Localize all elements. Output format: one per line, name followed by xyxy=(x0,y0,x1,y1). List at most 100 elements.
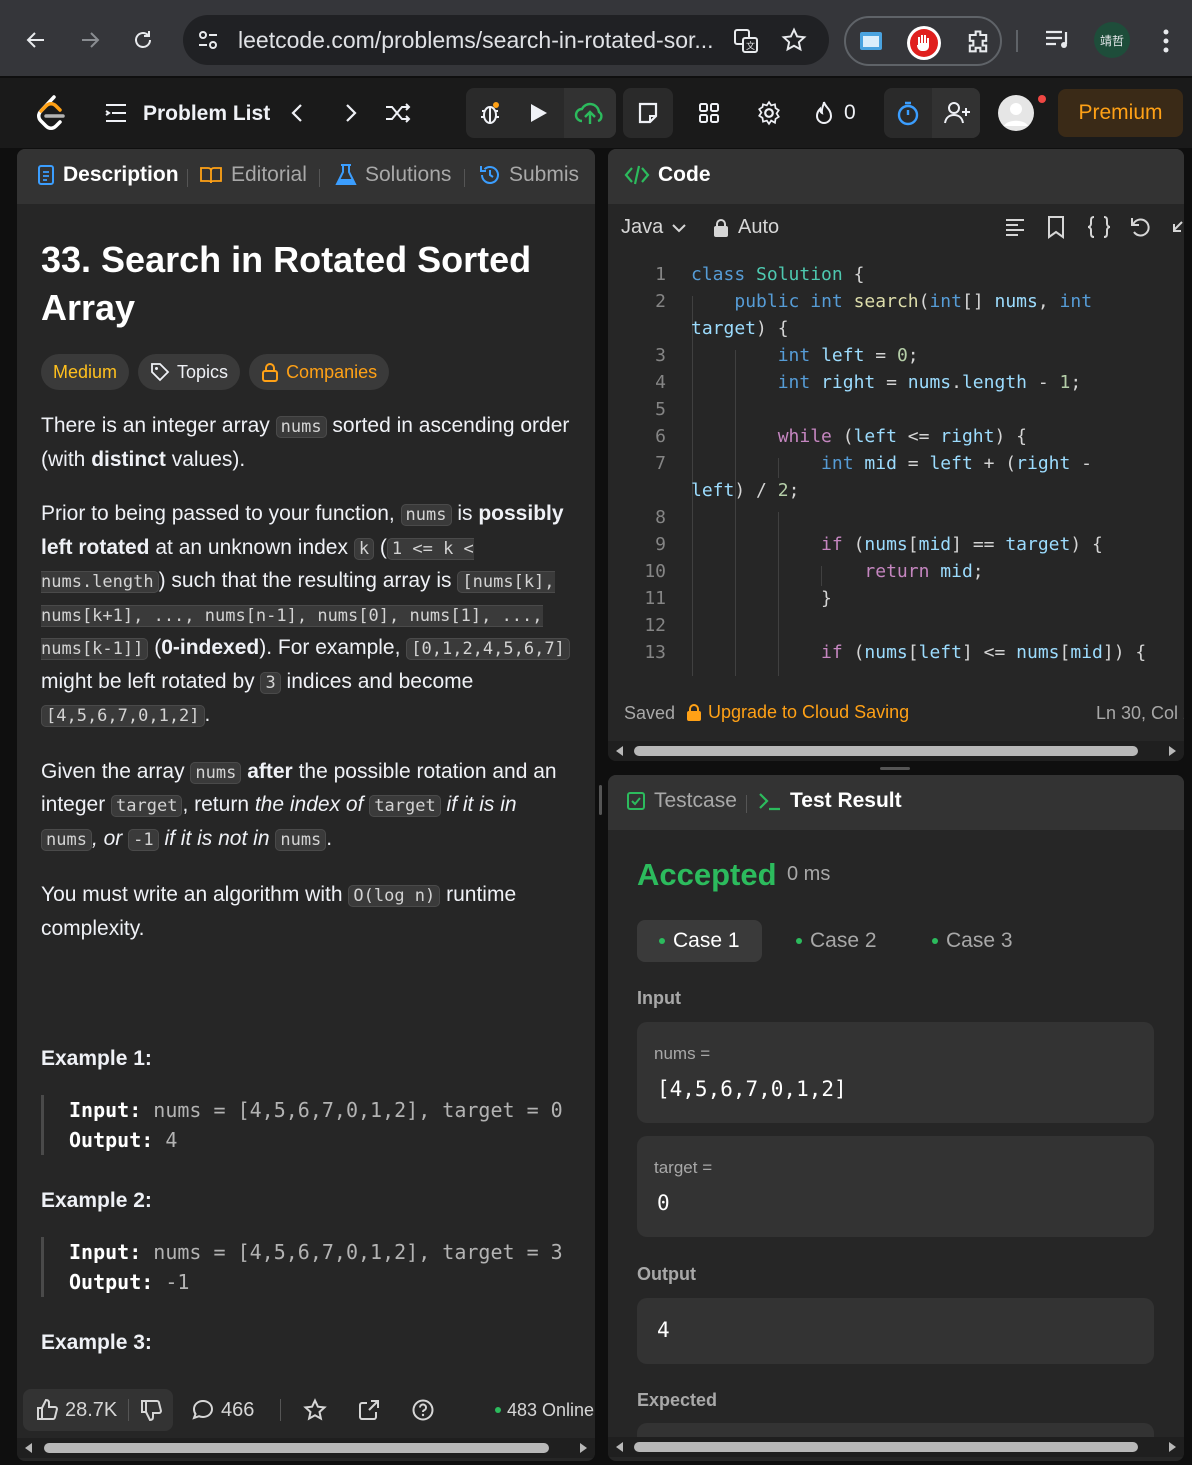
upgrade-label: Upgrade to Cloud Saving xyxy=(708,702,910,722)
tab-test-result-label: Test Result xyxy=(790,789,902,812)
share-button[interactable] xyxy=(357,1389,381,1431)
tab-solutions[interactable]: Solutions xyxy=(335,163,451,187)
profile-avatar[interactable]: 靖哲 xyxy=(1094,22,1130,58)
settings-button[interactable] xyxy=(749,93,789,133)
format-icon[interactable] xyxy=(1004,216,1026,238)
reload-button[interactable] xyxy=(123,20,163,60)
thumbs-up-icon xyxy=(37,1398,59,1420)
leetcode-navbar: Problem List 0 xyxy=(0,78,1192,148)
tab-editorial-label: Editorial xyxy=(231,163,307,186)
scrollbar-thumb[interactable] xyxy=(634,1442,1138,1452)
line-number: 8 xyxy=(655,507,666,528)
leetcode-logo-icon[interactable] xyxy=(34,94,66,132)
horizontal-resize-handle[interactable] xyxy=(599,785,602,815)
browser-toolbar: leetcode.com/problems/search-in-rotated-… xyxy=(0,0,1192,76)
saved-status: Saved xyxy=(624,703,676,723)
description-paragraph-3: Given the array nums after the possible … xyxy=(41,759,557,851)
topics-button[interactable]: Topics xyxy=(138,354,241,390)
expand-icon[interactable] xyxy=(1170,220,1184,236)
tab-code[interactable]: Code xyxy=(624,163,711,187)
vertical-resize-handle[interactable] xyxy=(880,767,910,770)
tab-submissions[interactable]: Submis xyxy=(479,163,579,187)
case-3-tab[interactable]: Case 3 xyxy=(910,920,1035,962)
horizontal-scrollbar[interactable] xyxy=(17,1438,595,1458)
run-submit-group xyxy=(466,88,616,138)
line-number: 12 xyxy=(644,615,666,636)
scrollbar-thumb[interactable] xyxy=(44,1443,549,1453)
run-button[interactable] xyxy=(518,93,558,133)
upgrade-cloud-link[interactable]: Upgrade to Cloud Saving xyxy=(686,702,909,723)
online-count: 483 Online xyxy=(495,1389,594,1431)
test-result-panel: Testcase Test Result Accepted 0 ms Case … xyxy=(608,775,1184,1461)
auto-mode-toggle[interactable]: Auto xyxy=(712,216,779,239)
description-paragraph-2: Prior to being passed to your function, … xyxy=(41,498,573,733)
chevron-left-icon[interactable] xyxy=(288,102,308,124)
forward-button[interactable] xyxy=(70,20,110,60)
like-button[interactable]: 28.7K xyxy=(35,1389,117,1431)
code-editor[interactable]: 1 class Solution { 2 public int search(i… xyxy=(608,254,1184,684)
invite-button[interactable] xyxy=(932,88,980,138)
bookmark-star-icon[interactable] xyxy=(781,27,807,53)
pass-dot xyxy=(796,938,802,944)
premium-button[interactable]: Premium xyxy=(1058,89,1183,137)
line-number: 4 xyxy=(655,372,666,393)
more-menu-icon[interactable] xyxy=(1156,28,1176,54)
line-number: 9 xyxy=(655,534,666,555)
reading-list-icon[interactable] xyxy=(1044,28,1072,52)
layout-button[interactable] xyxy=(689,93,729,133)
output-box: 4 xyxy=(637,1298,1154,1364)
address-bar[interactable]: leetcode.com/problems/search-in-rotated-… xyxy=(183,15,829,65)
companies-button[interactable]: Companies xyxy=(249,354,390,390)
book-icon xyxy=(200,167,222,184)
problem-list-link[interactable]: Problem List xyxy=(143,102,270,126)
chevron-right-icon[interactable] xyxy=(340,102,360,124)
adblock-icon[interactable] xyxy=(906,25,942,61)
tab-submissions-label: Submis xyxy=(509,163,580,186)
debug-button[interactable] xyxy=(470,93,510,133)
output-heading: Output xyxy=(637,1264,696,1284)
line-number: 5 xyxy=(655,399,666,420)
reset-icon[interactable] xyxy=(1128,215,1152,239)
streak-counter[interactable]: 0 xyxy=(812,100,856,126)
tab-test-result[interactable]: Test Result xyxy=(758,789,902,813)
timer-button[interactable] xyxy=(888,93,928,133)
fire-icon xyxy=(815,101,833,124)
case-1-tab[interactable]: Case 1 xyxy=(637,920,762,962)
code-line: return mid; xyxy=(864,561,984,582)
curly-braces-icon[interactable] xyxy=(1086,215,1112,239)
online-label: 483 Online xyxy=(507,1399,595,1420)
list-icon[interactable] xyxy=(104,102,128,124)
result-horizontal-scrollbar[interactable] xyxy=(608,1437,1184,1457)
document-icon xyxy=(38,165,54,185)
scroll-left-icon xyxy=(616,746,623,756)
puzzle-extensions-icon[interactable] xyxy=(964,28,992,56)
tab-testcase[interactable]: Testcase xyxy=(626,789,737,813)
bookmark-icon[interactable] xyxy=(1046,215,1066,239)
code-horizontal-scrollbar[interactable] xyxy=(608,741,1184,761)
code-line: int left = 0; xyxy=(777,345,919,366)
tab-editorial[interactable]: Editorial xyxy=(199,163,307,187)
screenshot-extension-icon[interactable] xyxy=(858,28,884,54)
scrollbar-thumb[interactable] xyxy=(634,746,1138,756)
tab-divider xyxy=(319,169,320,187)
tab-description[interactable]: Description xyxy=(37,163,179,187)
difficulty-badge[interactable]: Medium xyxy=(41,354,130,390)
translate-icon[interactable]: 文 xyxy=(733,28,759,54)
user-avatar-icon[interactable] xyxy=(998,95,1046,135)
dislike-button[interactable] xyxy=(139,1389,163,1431)
site-settings-icon[interactable] xyxy=(197,29,219,51)
bug-icon xyxy=(481,102,499,124)
problem-title-line1: 33. Search in Rotated Sorted xyxy=(41,239,532,280)
question-circle-icon xyxy=(412,1399,434,1421)
case-3-label: Case 3 xyxy=(946,929,1013,952)
submit-button[interactable] xyxy=(564,88,616,138)
add-user-icon xyxy=(944,102,970,124)
back-button[interactable] xyxy=(16,20,56,60)
shuffle-icon[interactable] xyxy=(384,100,412,126)
case-2-tab[interactable]: Case 2 xyxy=(774,920,899,962)
language-select[interactable]: Java xyxy=(621,216,687,239)
comments-button[interactable]: 466 xyxy=(191,1389,254,1431)
help-button[interactable] xyxy=(411,1389,435,1431)
favorite-button[interactable] xyxy=(303,1389,327,1431)
notes-button[interactable] xyxy=(623,88,673,138)
